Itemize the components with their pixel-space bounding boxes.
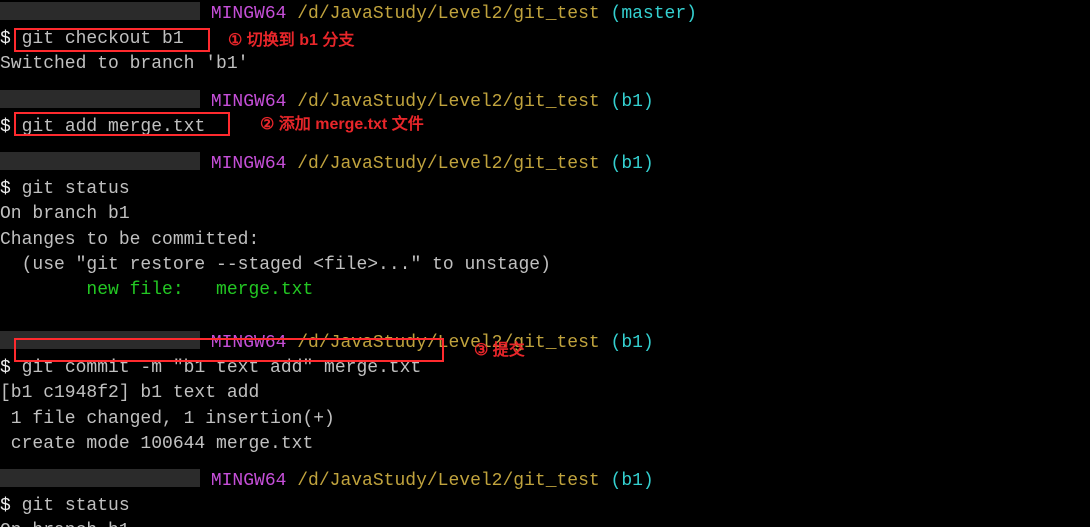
branch: (b1)	[611, 471, 654, 491]
prompt-line: MINGW64 /d/JavaStudy/Level2/git_test (b1…	[0, 469, 1090, 494]
host: MINGW64	[211, 92, 287, 112]
spacer	[0, 78, 1090, 90]
output-on-branch: On branch b1	[0, 202, 1090, 227]
output-switched: Switched to branch 'b1'	[0, 52, 1090, 77]
cmd-git-status: git status	[22, 179, 130, 199]
git-bash-terminal[interactable]: MINGW64 /d/JavaStudy/Level2/git_test (ma…	[0, 0, 1090, 527]
path: /d/JavaStudy/Level2/git_test	[297, 471, 599, 491]
spacer	[0, 303, 1090, 331]
host: MINGW64	[211, 154, 287, 174]
output-commit-hash: [b1 c1948f2] b1 text add	[0, 381, 1090, 406]
redacted-user	[0, 90, 200, 108]
path: /d/JavaStudy/Level2/git_test	[297, 154, 599, 174]
redacted-user	[0, 2, 200, 20]
prompt-dollar: $	[0, 179, 22, 199]
annotation-3: ③ 提交	[474, 340, 525, 362]
output-new-file: new file: merge.txt	[0, 278, 1090, 303]
output-on-branch2: On branch b1	[0, 519, 1090, 527]
highlight-box-3	[14, 338, 444, 362]
branch: (b1)	[611, 333, 654, 353]
branch: (b1)	[611, 92, 654, 112]
annotation-2: ② 添加 merge.txt 文件	[260, 114, 424, 136]
prompt-line: MINGW64 /d/JavaStudy/Level2/git_test (b1…	[0, 152, 1090, 177]
path: /d/JavaStudy/Level2/git_test	[297, 4, 599, 24]
spacer	[0, 140, 1090, 152]
path: /d/JavaStudy/Level2/git_test	[297, 92, 599, 112]
output-create-mode: create mode 100644 merge.txt	[0, 432, 1090, 457]
spacer	[0, 457, 1090, 469]
prompt-dollar: $	[0, 496, 22, 516]
branch: (master)	[611, 4, 697, 24]
command-line: $ git status	[0, 494, 1090, 519]
redacted-user	[0, 469, 200, 487]
prompt-line: MINGW64 /d/JavaStudy/Level2/git_test (b1…	[0, 90, 1090, 115]
prompt-line: MINGW64 /d/JavaStudy/Level2/git_test (ma…	[0, 2, 1090, 27]
branch: (b1)	[611, 154, 654, 174]
host: MINGW64	[211, 471, 287, 491]
output-changes: Changes to be committed:	[0, 228, 1090, 253]
highlight-box-1	[14, 28, 210, 52]
cmd-git-status2: git status	[22, 496, 130, 516]
command-line: $ git status	[0, 177, 1090, 202]
output-hint: (use "git restore --staged <file>..." to…	[0, 253, 1090, 278]
output-file-changed: 1 file changed, 1 insertion(+)	[0, 407, 1090, 432]
host: MINGW64	[211, 4, 287, 24]
highlight-box-2	[14, 112, 230, 136]
annotation-1: ① ① 切换到 b1 分支切换到 b1 分支	[228, 30, 354, 52]
redacted-user	[0, 152, 200, 170]
